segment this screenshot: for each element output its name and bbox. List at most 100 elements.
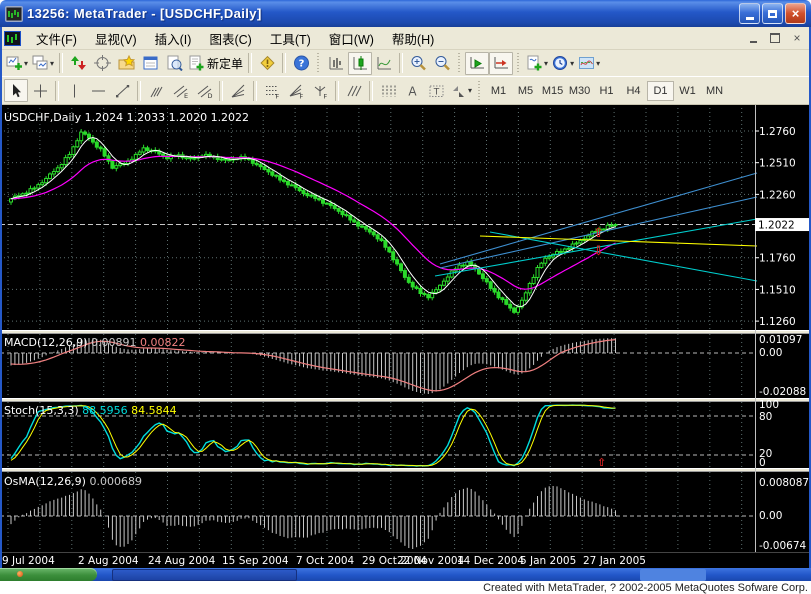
timeframe-m30[interactable]: M30 — [566, 81, 593, 101]
taskbar[interactable] — [0, 568, 811, 581]
vertical-line-button[interactable] — [62, 79, 86, 102]
fibo-fan-button[interactable]: F — [284, 79, 308, 102]
chart-shift-button[interactable] — [489, 52, 513, 75]
menu-charts[interactable]: 图表(C) — [200, 27, 260, 50]
start-button[interactable] — [0, 568, 97, 581]
svg-text:-0.02088: -0.02088 — [759, 386, 806, 398]
trendline-button[interactable] — [110, 79, 134, 102]
candlestick-chart-button[interactable] — [348, 52, 372, 75]
timeframe-mn[interactable]: MN — [701, 81, 728, 101]
window-title: 13256: MetaTrader - [USDCHF,Daily] — [27, 6, 262, 21]
text-label-button[interactable]: T — [424, 79, 448, 102]
text-button[interactable]: A — [400, 79, 424, 102]
horizontal-line-button[interactable] — [86, 79, 110, 102]
timeframe-m5[interactable]: M5 — [512, 81, 539, 101]
svg-text:1.2510: 1.2510 — [759, 158, 796, 170]
timeframe-h1[interactable]: H1 — [593, 81, 620, 101]
new-order-button[interactable]: 新定单 — [186, 52, 245, 75]
arrows-button[interactable]: ▾ — [448, 79, 474, 102]
templates-button[interactable]: ▾ — [576, 52, 602, 75]
timeframe-h4[interactable]: H4 — [620, 81, 647, 101]
svg-text:E: E — [184, 92, 188, 99]
stddev-channel-button[interactable]: D — [192, 79, 216, 102]
menu-insert[interactable]: 插入(I) — [146, 27, 201, 50]
svg-text:0.008087: 0.008087 — [759, 477, 809, 489]
bar-chart-button[interactable] — [324, 52, 348, 75]
signal-marker: ⇧ — [593, 226, 604, 241]
svg-text:1.2022: 1.2022 — [758, 220, 795, 232]
equidistant-channel-button[interactable]: E — [168, 79, 192, 102]
fibo-retracement-button[interactable]: F — [260, 79, 284, 102]
title-bar[interactable]: 13256: MetaTrader - [USDCHF,Daily] × — [0, 0, 811, 27]
andrews-pitchfork-button[interactable] — [144, 79, 168, 102]
menu-window[interactable]: 窗口(W) — [320, 27, 383, 50]
fibo-expansion-button[interactable]: F — [308, 79, 332, 102]
date-label: 14 Dec 2004 — [457, 555, 524, 567]
tick-chart-button[interactable] — [66, 52, 90, 75]
svg-text:F: F — [299, 92, 303, 99]
window-left-border — [0, 27, 2, 568]
mdi-close-button[interactable]: × — [789, 30, 805, 45]
svg-text:-0.00674: -0.00674 — [759, 540, 807, 552]
watermark-row: Created with MetaTrader, ? 2002-2005 Met… — [0, 581, 811, 594]
crosshair-target-button[interactable] — [90, 52, 114, 75]
data-window-button[interactable] — [138, 52, 162, 75]
new-order-label: 新定单 — [207, 55, 243, 72]
chart-svg: ⇧⇩⇧1.27601.25101.22601.17601.15101.12601… — [0, 105, 811, 568]
svg-text:F: F — [275, 92, 279, 99]
timeframe-m1[interactable]: M1 — [485, 81, 512, 101]
mdi-restore-button[interactable] — [767, 30, 783, 45]
new-chart-button[interactable]: ▾ — [4, 52, 30, 75]
toolbar-standard: ▾ ▾ 新定单 ? — [0, 50, 811, 77]
auto-scroll-button[interactable] — [465, 52, 489, 75]
svg-text:T: T — [432, 87, 439, 97]
svg-text:1.2760: 1.2760 — [759, 126, 796, 138]
timeframe-m15[interactable]: M15 — [539, 81, 566, 101]
menu-view[interactable]: 显视(V) — [86, 27, 146, 50]
zoom-in-button[interactable] — [406, 52, 430, 75]
menu-file[interactable]: 文件(F) — [27, 27, 86, 50]
taskbar-task-button[interactable] — [112, 569, 297, 581]
line-chart-button[interactable] — [372, 52, 396, 75]
signal-marker: ⇧ — [597, 456, 606, 469]
date-label: 9 Jul 2004 — [2, 555, 55, 567]
timeframe-w1[interactable]: W1 — [674, 81, 701, 101]
chart-window-icon[interactable] — [4, 31, 21, 46]
favorites-button[interactable] — [114, 52, 138, 75]
help-button[interactable]: ? — [289, 52, 313, 75]
mdi-minimize-button[interactable] — [745, 30, 761, 45]
maximize-button[interactable] — [762, 3, 783, 24]
signal-marker: ⇩ — [593, 244, 604, 259]
find-button[interactable] — [162, 52, 186, 75]
crosshair-button[interactable] — [28, 79, 52, 102]
svg-text:0: 0 — [759, 457, 766, 469]
metatrader-window: 13256: MetaTrader - [USDCHF,Daily] × 文件(… — [0, 0, 811, 594]
date-label: 27 Jan 2005 — [583, 555, 646, 567]
svg-text:100: 100 — [759, 399, 779, 411]
indicators-button[interactable]: ▾ — [524, 52, 550, 75]
svg-text:F: F — [323, 92, 327, 99]
minimize-button[interactable] — [739, 3, 760, 24]
gann-fan-button[interactable] — [226, 79, 250, 102]
close-button[interactable]: × — [785, 3, 806, 24]
profiles-button[interactable]: ▾ — [30, 52, 56, 75]
svg-text:0.00: 0.00 — [759, 347, 782, 359]
taskbar-task-button-2[interactable] — [640, 569, 706, 581]
parallel-lines-button[interactable] — [342, 79, 366, 102]
indicator-label: MACD(12,26,9) 0.00891 0.00822 — [4, 336, 186, 349]
cycle-lines-button[interactable] — [376, 79, 400, 102]
periods-button[interactable]: ▾ — [550, 52, 576, 75]
svg-text:1.1260: 1.1260 — [759, 316, 796, 328]
date-label: 24 Aug 2004 — [148, 555, 216, 567]
chart-area[interactable]: ⇧⇩⇧1.27601.25101.22601.17601.15101.12601… — [0, 105, 811, 568]
date-label: 15 Sep 2004 — [222, 555, 289, 567]
app-icon — [5, 6, 23, 22]
menu-help[interactable]: 帮助(H) — [383, 27, 443, 50]
expert-advisors-button[interactable] — [255, 52, 279, 75]
date-label: 2 Aug 2004 — [78, 555, 139, 567]
chart-title-label: USDCHF,Daily 1.2024 1.2033 1.2020 1.2022 — [4, 111, 249, 124]
zoom-out-button[interactable] — [430, 52, 454, 75]
menu-tools[interactable]: 工具(T) — [261, 27, 320, 50]
timeframe-d1[interactable]: D1 — [647, 81, 674, 101]
cursor-button[interactable] — [4, 79, 28, 102]
